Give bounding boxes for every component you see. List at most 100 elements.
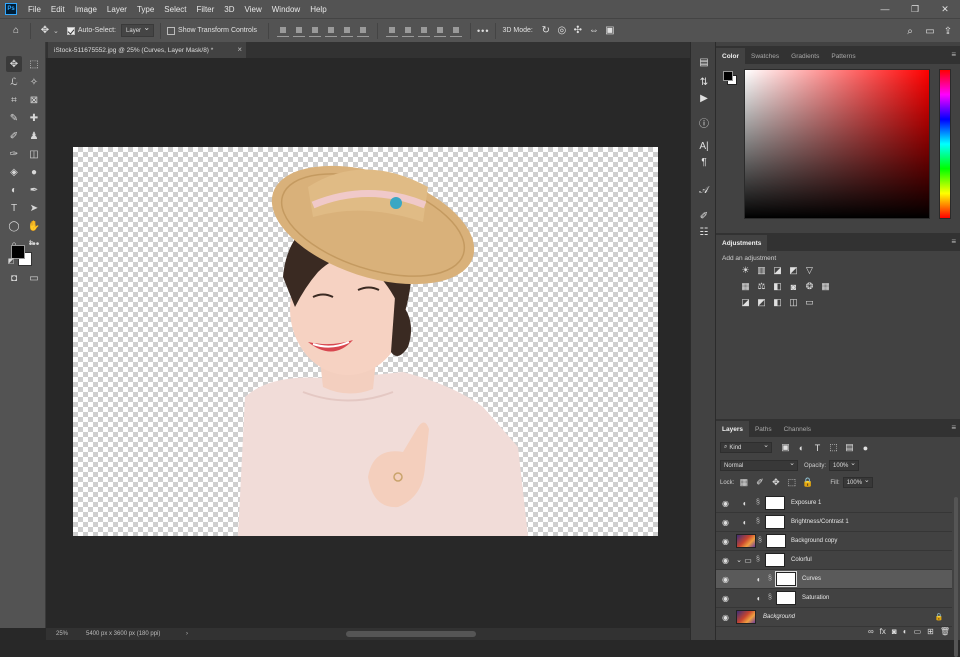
healing-brush-tool-icon[interactable]: ✚: [26, 110, 42, 126]
paint-bucket-tool-icon[interactable]: ◈: [6, 164, 22, 180]
tab-swatches[interactable]: Swatches: [745, 48, 785, 64]
menu-view[interactable]: View: [240, 5, 267, 14]
layer-row-group-colorful[interactable]: ◉ ⌄ ▭ § Colorful: [716, 551, 952, 570]
lock-image-icon[interactable]: ✐: [754, 477, 765, 488]
filter-adjustment-icon[interactable]: ◐: [796, 442, 807, 453]
visibility-eye-icon[interactable]: ◉: [722, 594, 729, 603]
color-lookup-icon[interactable]: ▦: [820, 281, 831, 292]
canvas-area[interactable]: [46, 58, 690, 628]
color-picker-field[interactable]: [744, 69, 930, 219]
swap-colors-icon[interactable]: ↰: [26, 238, 36, 248]
menu-filter[interactable]: Filter: [192, 5, 220, 14]
eyedropper-tool-icon[interactable]: ✎: [6, 110, 22, 126]
posterize-icon[interactable]: ◩: [756, 297, 767, 308]
vibrance-icon[interactable]: ▽: [804, 265, 815, 276]
visibility-eye-icon[interactable]: ◉: [722, 518, 729, 527]
tab-color[interactable]: Color: [716, 48, 745, 64]
search-icon[interactable]: ⌕: [902, 23, 918, 39]
magic-wand-tool-icon[interactable]: ✧: [26, 74, 42, 90]
fill-field[interactable]: 100%: [842, 476, 873, 488]
info-panel-icon[interactable]: ⓘ: [696, 114, 712, 130]
menu-image[interactable]: Image: [70, 5, 102, 14]
zoom-level[interactable]: 25%: [46, 631, 86, 637]
tab-paths[interactable]: Paths: [749, 421, 778, 437]
lock-artboard-icon[interactable]: ⬚: [786, 477, 797, 488]
align-horizontal-center-icon[interactable]: [341, 25, 354, 37]
panel-menu-icon[interactable]: ≡: [951, 50, 956, 59]
menu-window[interactable]: Window: [267, 5, 305, 14]
type-tool-icon[interactable]: T: [6, 200, 22, 216]
layer-mask-thumbnail[interactable]: [765, 515, 785, 529]
link-chain-icon[interactable]: §: [756, 518, 760, 525]
lock-transparent-icon[interactable]: ▦: [738, 477, 749, 488]
tab-gradients[interactable]: Gradients: [785, 48, 825, 64]
history-panel-icon[interactable]: ▤: [696, 54, 712, 70]
paragraph-panel-icon[interactable]: ¶: [696, 154, 712, 170]
pen-tool-icon[interactable]: ✒: [26, 182, 42, 198]
frame-tool-icon[interactable]: ⊠: [26, 92, 42, 108]
screen-mode-icon[interactable]: ▭: [26, 270, 42, 286]
brightness-contrast-icon[interactable]: ☀: [740, 265, 751, 276]
link-chain-icon[interactable]: §: [756, 499, 760, 506]
invert-icon[interactable]: ◪: [740, 297, 751, 308]
hand-tool-icon[interactable]: ✋: [26, 218, 42, 234]
lock-position-icon[interactable]: ✥: [770, 477, 781, 488]
glyphs-panel-icon[interactable]: 𝒜: [696, 182, 712, 198]
curves-icon[interactable]: ◪: [772, 265, 783, 276]
3d-orbit-icon[interactable]: ↻: [538, 23, 554, 39]
fg-color-chip[interactable]: [723, 71, 733, 81]
home-icon[interactable]: ⌂: [8, 23, 24, 39]
move-tool-icon[interactable]: ✥: [37, 23, 53, 39]
default-colors-icon[interactable]: ◩: [6, 256, 16, 266]
tab-channels[interactable]: Channels: [778, 421, 817, 437]
new-layer-icon[interactable]: ⊞: [927, 627, 934, 636]
quick-mask-icon[interactable]: ◘: [6, 270, 22, 286]
marquee-tool-icon[interactable]: ⬚: [26, 56, 42, 72]
layer-row-background-copy[interactable]: ◉ § Background copy: [716, 532, 952, 551]
brush-tool-icon[interactable]: ✐: [6, 128, 22, 144]
3d-pan-icon[interactable]: ✣: [570, 23, 586, 39]
clone-stamp-tool-icon[interactable]: ♟: [26, 128, 42, 144]
distribute-center-icon[interactable]: [402, 25, 415, 37]
share-icon[interactable]: ⇪: [940, 23, 956, 39]
threshold-icon[interactable]: ◧: [772, 297, 783, 308]
panel-menu-icon[interactable]: ≡: [951, 423, 956, 432]
move-tool-icon[interactable]: ✥: [6, 56, 22, 72]
layer-row-saturation[interactable]: ◉ ◐ § Saturation: [716, 589, 952, 608]
layer-row-curves[interactable]: ◉ ◐ § Curves: [716, 570, 952, 589]
lock-all-icon[interactable]: 🔒: [802, 477, 813, 488]
align-vertical-center-icon[interactable]: [293, 25, 306, 37]
more-options-button[interactable]: •••: [477, 26, 489, 36]
new-group-icon[interactable]: ▭: [914, 627, 922, 636]
filter-type-icon[interactable]: T: [812, 442, 823, 453]
close-tab-icon[interactable]: ×: [237, 45, 242, 54]
menu-3d[interactable]: 3D: [219, 5, 239, 14]
filter-kind-dropdown[interactable]: ⌕ Kind: [720, 441, 772, 453]
photo-filter-icon[interactable]: ◙: [788, 281, 799, 292]
align-bottom-icon[interactable]: [309, 25, 322, 37]
minimize-button[interactable]: —: [870, 0, 900, 18]
close-button[interactable]: ✕: [930, 0, 960, 18]
opacity-field[interactable]: 100%: [829, 459, 860, 471]
fx-icon[interactable]: fx: [880, 627, 886, 636]
layer-row-exposure[interactable]: ◉ ◐ § Exposure 1: [716, 494, 952, 513]
layer-mask-thumbnail[interactable]: [776, 591, 796, 605]
visibility-eye-icon[interactable]: ◉: [722, 575, 729, 584]
distribute-left-icon[interactable]: [434, 25, 447, 37]
brush-settings-icon[interactable]: ✐: [696, 208, 712, 224]
photoshop-logo[interactable]: Ps: [5, 3, 17, 15]
align-right-icon[interactable]: [357, 25, 370, 37]
history-brush-tool-icon[interactable]: ✑: [6, 146, 22, 162]
layer-mask-thumbnail[interactable]: [765, 553, 785, 567]
layer-image-thumbnail[interactable]: [736, 534, 756, 548]
show-transform-checkbox[interactable]: [167, 26, 176, 35]
dodge-tool-icon[interactable]: ◐: [6, 182, 22, 198]
filter-toggle-icon[interactable]: ●: [860, 442, 871, 453]
eraser-tool-icon[interactable]: ◫: [26, 146, 42, 162]
distribute-top-icon[interactable]: [386, 25, 399, 37]
filter-pixel-icon[interactable]: ▣: [780, 442, 791, 453]
tab-patterns[interactable]: Patterns: [825, 48, 861, 64]
horizontal-scrollbar[interactable]: [346, 631, 476, 637]
filter-shape-icon[interactable]: ⬚: [828, 442, 839, 453]
path-selection-tool-icon[interactable]: ➤: [26, 200, 42, 216]
